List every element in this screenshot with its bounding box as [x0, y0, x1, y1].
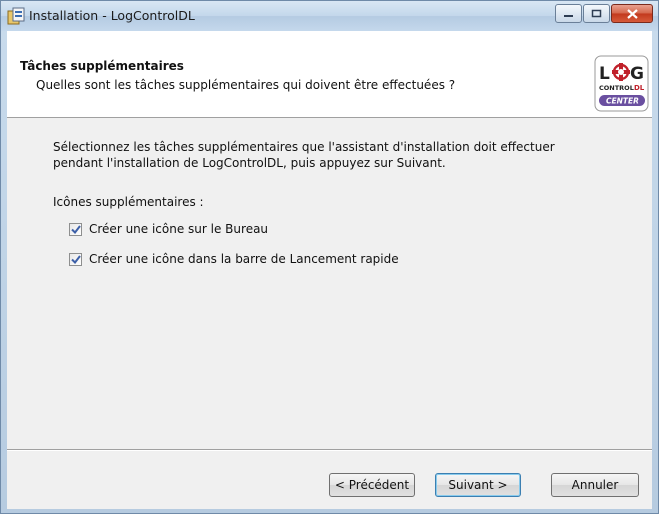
logcontrol-logo: L G CONTROL DL CENTER: [594, 55, 649, 112]
svg-text:DL: DL: [634, 84, 645, 92]
setup-app-icon: [7, 7, 25, 25]
maximize-icon: [591, 9, 602, 18]
minimize-icon: [564, 14, 573, 17]
next-button[interactable]: Suivant >: [435, 473, 521, 497]
wizard-content: Tâches supplémentaires Quelles sont les …: [7, 31, 652, 509]
task-desktop-icon[interactable]: Créer une icône sur le Bureau: [69, 221, 268, 237]
page-title: Tâches supplémentaires: [20, 59, 184, 73]
back-button[interactable]: < Précédent: [329, 473, 415, 497]
cancel-button[interactable]: Annuler: [551, 473, 639, 497]
task-quicklaunch-icon[interactable]: Créer une icône dans la barre de Lanceme…: [69, 251, 399, 267]
checkmark-icon: [70, 224, 81, 234]
wizard-header: Tâches supplémentaires Quelles sont les …: [7, 31, 652, 118]
close-icon: [626, 8, 638, 19]
installer-window: Installation - LogControlDL Tâches suppl…: [0, 0, 659, 514]
window-title: Installation - LogControlDL: [29, 8, 195, 23]
checkmark-icon: [70, 254, 81, 264]
quicklaunch-icon-label: Créer une icône dans la barre de Lanceme…: [89, 252, 399, 266]
instructions-line-2: pendant l'installation de LogControlDL, …: [53, 156, 446, 170]
maximize-button[interactable]: [583, 4, 610, 23]
instructions-line-1: Sélectionnez les tâches supplémentaires …: [53, 140, 555, 154]
title-bar[interactable]: Installation - LogControlDL: [1, 1, 658, 31]
svg-text:L: L: [599, 64, 610, 84]
minimize-button[interactable]: [555, 4, 582, 23]
page-subtitle: Quelles sont les tâches supplémentaires …: [36, 78, 456, 92]
desktop-icon-checkbox[interactable]: [69, 222, 82, 236]
svg-text:G: G: [630, 64, 644, 84]
svg-text:CONTROL: CONTROL: [599, 84, 634, 92]
svg-text:CENTER: CENTER: [606, 97, 639, 106]
quicklaunch-icon-checkbox[interactable]: [69, 252, 82, 266]
desktop-icon-label: Créer une icône sur le Bureau: [89, 222, 269, 236]
task-instructions: Sélectionnez les tâches supplémentaires …: [53, 139, 593, 171]
footer-divider: [7, 449, 652, 451]
close-button[interactable]: [611, 4, 653, 23]
icons-group-label: Icônes supplémentaires :: [53, 195, 204, 209]
